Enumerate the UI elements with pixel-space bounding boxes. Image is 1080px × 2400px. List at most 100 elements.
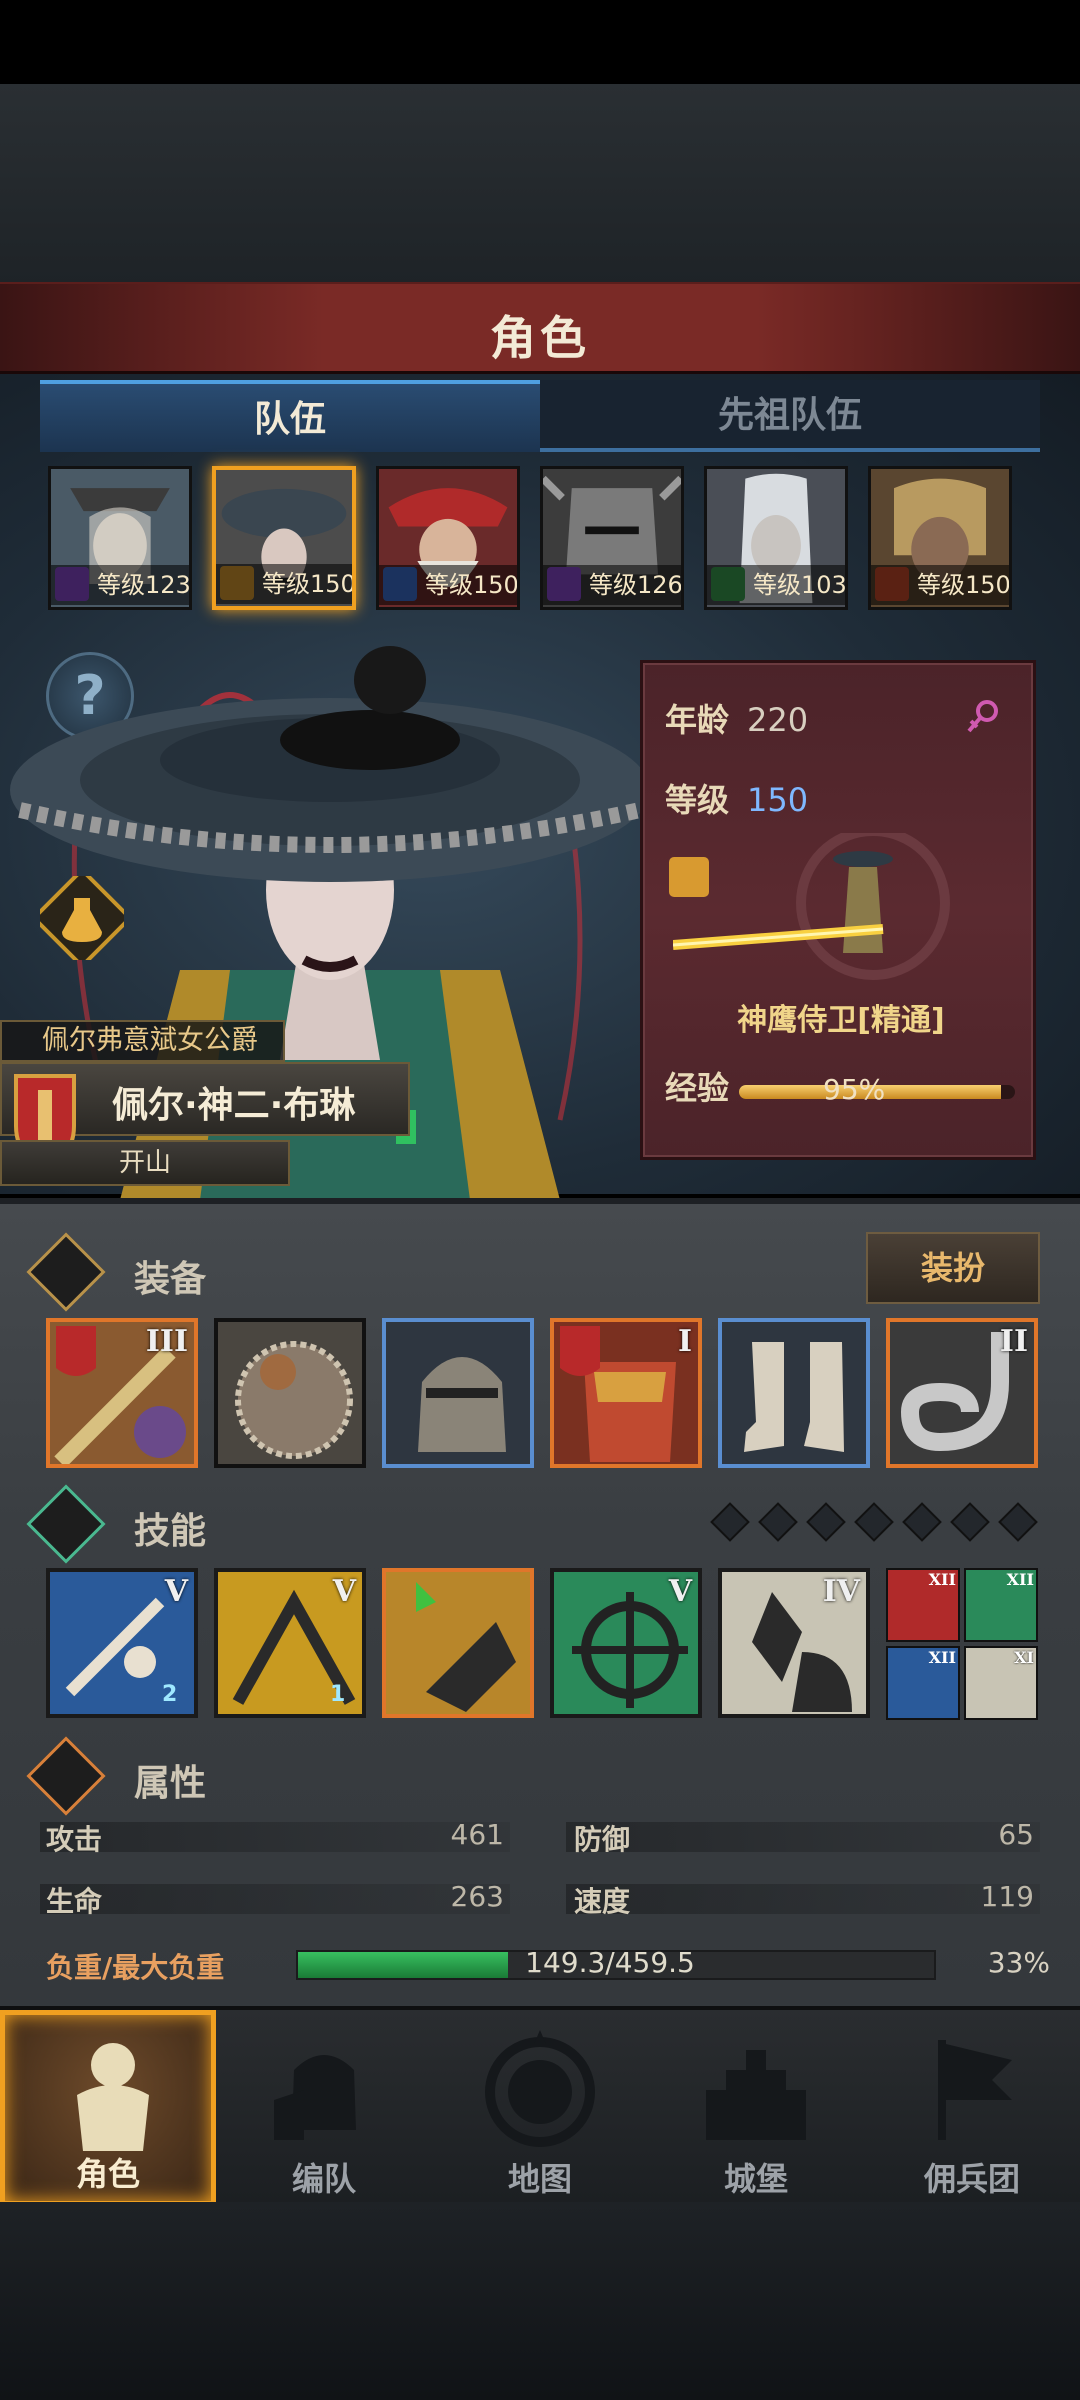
equip-slot-helmet[interactable]	[382, 1318, 534, 1468]
star-icon	[26, 1484, 106, 1564]
passive-skill[interactable]: XII	[886, 1568, 960, 1642]
person-icon	[26, 1736, 106, 1816]
hero-slot[interactable]: 等级103	[704, 466, 848, 610]
helmet-icon	[386, 1322, 530, 1464]
level-value: 150	[747, 781, 809, 819]
passive-skill[interactable]: XII	[964, 1568, 1038, 1642]
equip-rank: I	[677, 1324, 692, 1359]
status-bar	[0, 0, 1080, 84]
gem-slot	[806, 1502, 846, 1542]
gem-slot	[998, 1502, 1038, 1542]
title-bar: 角色	[0, 282, 1080, 374]
hp-value: 263	[450, 1880, 504, 1913]
nav-formation[interactable]: 编队	[216, 2010, 432, 2206]
skill-slot[interactable]: V 1	[214, 1568, 366, 1718]
dress-up-button[interactable]: 装扮	[866, 1232, 1040, 1304]
exp-label: 经验	[665, 1069, 730, 1107]
load-value: 149.3/459.5	[525, 1946, 695, 1979]
compass-icon	[485, 2030, 595, 2147]
character-info-card: 年龄 220 等级 150 神鹰侍卫[精通] 经验 95%	[640, 660, 1036, 1160]
equip-slot-armor[interactable]: I	[550, 1318, 702, 1468]
defense-label: 防御	[574, 1823, 631, 1856]
hero-slot[interactable]: 等级123	[48, 466, 192, 610]
skill-slot[interactable]: IV	[718, 1568, 870, 1718]
saw-shield-icon	[218, 1322, 362, 1464]
passive-skill[interactable]: XI	[964, 1646, 1038, 1720]
sword-icon	[26, 1232, 106, 1312]
skills-label: 技能	[134, 1511, 207, 1552]
tab-ancestor-team[interactable]: 先祖队伍	[540, 380, 1040, 452]
banner-icon	[938, 2040, 1012, 2140]
age-label: 年龄	[665, 701, 730, 739]
team-tabs: 队伍 先祖队伍	[40, 380, 1040, 452]
defense-value: 65	[998, 1818, 1034, 1851]
equip-slot-weapon[interactable]: III	[46, 1318, 198, 1468]
castle-icon	[706, 2050, 806, 2140]
nav-character[interactable]: 角色	[0, 2010, 216, 2206]
helmet-group-icon	[274, 2055, 356, 2140]
passive-skill-grid: XII XII XII XI	[886, 1568, 1040, 1720]
hero-slot-selected[interactable]: 等级150	[212, 466, 356, 610]
rank-name: 神鹰侍卫[精通]	[737, 1003, 945, 1038]
hero-roster: 等级123 等级150 等级150 等级126 等级103 等级150	[48, 466, 1038, 616]
age-row: 年龄 220	[665, 695, 808, 741]
age-value: 220	[747, 701, 809, 739]
hero-slot[interactable]: 等级150	[868, 466, 1012, 610]
level-label: 等级	[665, 781, 730, 819]
attributes-header: 属性	[26, 1736, 1042, 1816]
equip-slot-accessory[interactable]: II	[886, 1318, 1038, 1468]
background	[0, 84, 1080, 284]
hero-slot[interactable]: 等级150	[376, 466, 520, 610]
character-subtitle: 开山	[0, 1140, 290, 1186]
nav-mercenary[interactable]: 佣兵团	[864, 2010, 1080, 2206]
boots-icon	[722, 1322, 866, 1464]
bottom-nav: 角色 编队 地图 城堡 佣兵团	[0, 2006, 1080, 2206]
skill-rank: V	[668, 1574, 692, 1609]
nav-label: 编队	[291, 2160, 356, 2198]
skill-rank: V	[164, 1574, 188, 1609]
character-title: 佩尔弗意斌女公爵	[0, 1020, 285, 1062]
attributes-label: 属性	[134, 1763, 207, 1804]
skill-rank: IV	[822, 1574, 860, 1609]
passive-rank: XII	[928, 1648, 956, 1667]
nav-label: 佣兵团	[923, 2160, 1020, 2198]
equip-slot-offhand[interactable]	[214, 1318, 366, 1468]
equip-rank: III	[145, 1324, 188, 1359]
hero-level: 等级126	[543, 565, 681, 605]
gem-slot	[854, 1502, 894, 1542]
skill-rank: V	[332, 1574, 356, 1609]
skill-badge: 2	[162, 1682, 178, 1707]
speed-value: 119	[980, 1880, 1034, 1913]
potion-icon[interactable]	[40, 876, 124, 960]
load-percent: 33%	[987, 1946, 1050, 1979]
nav-label: 角色	[75, 2155, 140, 2193]
nav-label: 地图	[507, 2160, 572, 2198]
skill-slot[interactable]: V	[550, 1568, 702, 1718]
skill-slot[interactable]	[382, 1568, 534, 1718]
skill-gem-row	[710, 1502, 1040, 1542]
skill-badge: 1	[330, 1682, 346, 1707]
skill-slot[interactable]: V 2	[46, 1568, 198, 1718]
gem-slot	[758, 1502, 798, 1542]
passive-skill[interactable]: XII	[886, 1646, 960, 1720]
equip-rank: II	[999, 1324, 1028, 1359]
passive-rank: XI	[1014, 1648, 1034, 1667]
class-figure	[673, 833, 950, 980]
nav-castle[interactable]: 城堡	[648, 2010, 864, 2206]
equipment-label: 装备	[134, 1259, 207, 1300]
gem-slot	[710, 1502, 750, 1542]
level-row: 等级 150	[665, 775, 808, 821]
attack-value: 461	[450, 1818, 504, 1851]
character-name: 佩尔·神二·布琳	[112, 1085, 356, 1126]
hero-level: 等级103	[707, 565, 845, 605]
hp-label: 生命	[46, 1885, 103, 1918]
hero-level: 等级150	[379, 565, 517, 605]
equip-slot-boots[interactable]	[718, 1318, 870, 1468]
tab-team[interactable]: 队伍	[40, 380, 540, 452]
hero-level: 等级123	[51, 565, 189, 605]
gem-slot	[902, 1502, 942, 1542]
load-fill	[298, 1952, 508, 1978]
hero-level: 等级150	[216, 564, 352, 604]
nav-map[interactable]: 地图	[432, 2010, 648, 2206]
hero-slot[interactable]: 等级126	[540, 466, 684, 610]
